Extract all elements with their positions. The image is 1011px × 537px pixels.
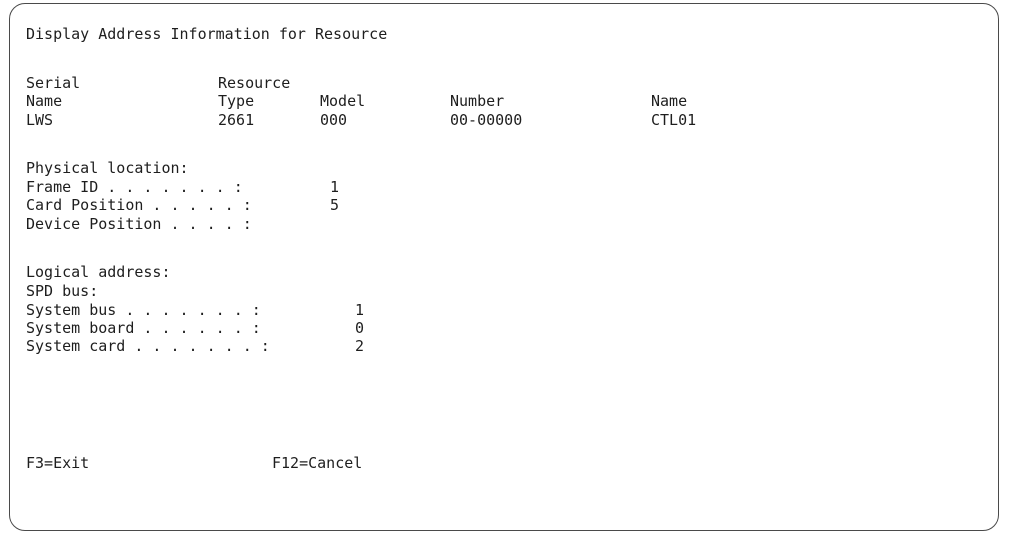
- system-card-value: 2: [355, 337, 365, 355]
- terminal-screen: Display Address Information for Resource…: [9, 3, 999, 531]
- header-resource: Resource: [218, 74, 291, 92]
- card-position-value: 5: [330, 196, 340, 214]
- f3-exit-key[interactable]: F3=Exit: [26, 454, 89, 472]
- card-position-label: Card Position . . . . . :: [26, 196, 252, 214]
- system-bus-value: 1: [355, 301, 365, 319]
- resource-name-value: LWS: [26, 111, 54, 129]
- resource-model-value: 000: [320, 111, 348, 129]
- system-bus-label: System bus . . . . . . . :: [26, 301, 261, 319]
- header-serial: Serial: [26, 74, 81, 92]
- system-card-label: System card . . . . . . . :: [26, 337, 270, 355]
- header-resource-name: Name: [651, 92, 688, 110]
- screen-title: Display Address Information for Resource: [26, 25, 388, 43]
- frame-id-value: 1: [330, 178, 340, 196]
- resource-number-value: 00-00000: [450, 111, 523, 129]
- resource-type-value: 2661: [218, 111, 255, 129]
- resource-resource-name-value: CTL01: [651, 111, 697, 129]
- system-board-value: 0: [355, 319, 365, 337]
- device-position-label: Device Position . . . . :: [26, 215, 252, 233]
- logical-address-heading: Logical address:: [26, 263, 171, 281]
- f12-cancel-key[interactable]: F12=Cancel: [272, 454, 362, 472]
- physical-location-heading: Physical location:: [26, 159, 189, 177]
- header-model: Model: [320, 92, 366, 110]
- spd-bus-heading: SPD bus:: [26, 282, 99, 300]
- header-name: Name: [26, 92, 63, 110]
- header-number: Number: [450, 92, 505, 110]
- header-type: Type: [218, 92, 255, 110]
- frame-id-label: Frame ID . . . . . . . :: [26, 178, 243, 196]
- system-board-label: System board . . . . . . :: [26, 319, 261, 337]
